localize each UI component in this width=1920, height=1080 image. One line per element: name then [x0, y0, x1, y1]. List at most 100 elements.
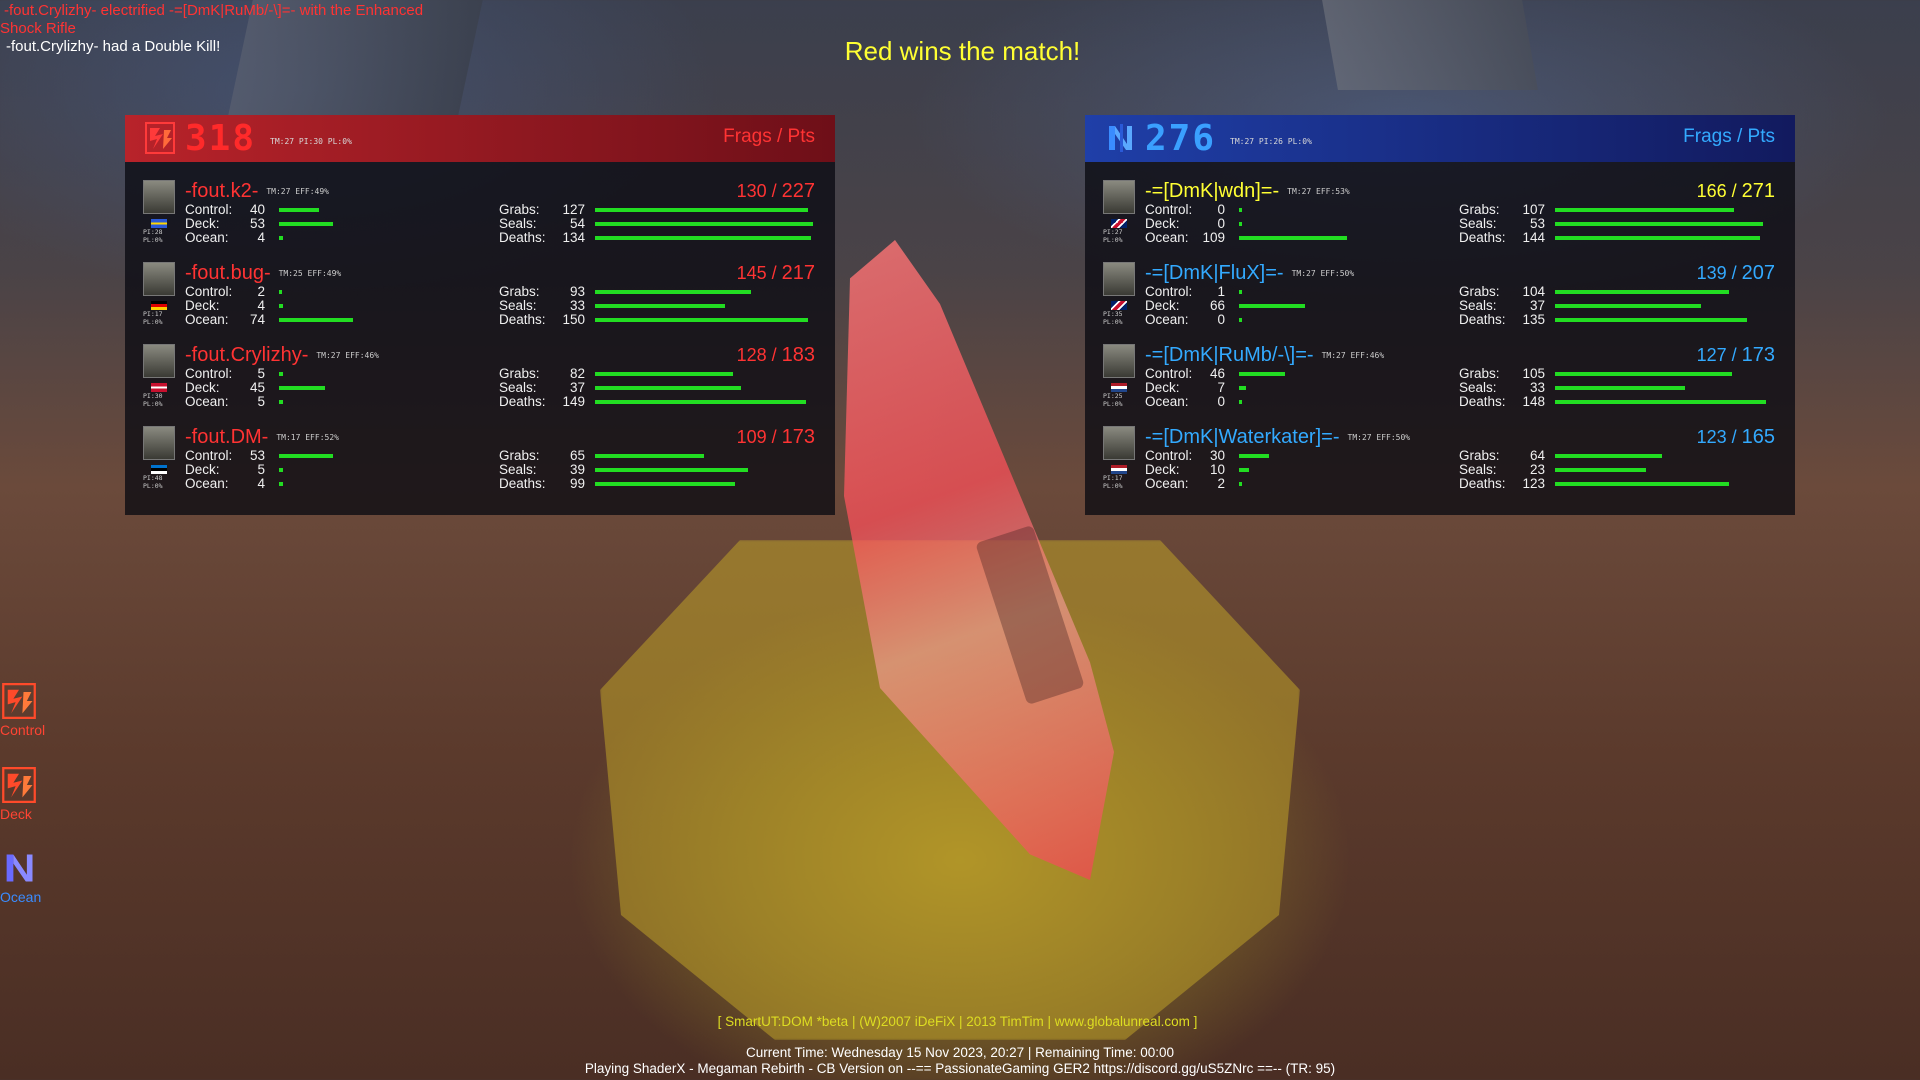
stat-value: 0 — [1217, 202, 1225, 217]
stat-bar — [1555, 454, 1662, 458]
win-message: Red wins the match! — [844, 36, 1081, 66]
stat-label: Deck: — [1145, 462, 1180, 477]
stat-bar — [1555, 372, 1732, 376]
stat-bar — [279, 400, 283, 404]
stat-bar — [1555, 208, 1735, 212]
stat-value: 127 — [562, 202, 585, 217]
stat-value: 33 — [569, 298, 585, 313]
stat-value: 53 — [249, 216, 265, 231]
stat-bar — [1239, 304, 1305, 308]
stat-seals: Seals: 54 — [499, 217, 819, 231]
stat-label: Ocean: — [185, 312, 229, 327]
player-frags-pts: 145 / 217 — [737, 262, 815, 285]
stat-bar — [1555, 482, 1730, 486]
player-name-text: -fout.Crylizhy- — [185, 344, 309, 366]
stat-bar — [1239, 290, 1242, 294]
stat-value: 53 — [1529, 216, 1545, 231]
stat-grabs: Grabs: 105 — [1459, 367, 1779, 381]
stat-bar — [1239, 318, 1242, 322]
stat-value: 107 — [1522, 202, 1545, 217]
stat-ocean: Ocean: 4 — [185, 477, 485, 491]
player-meta: TM:27 EFF:46% — [316, 351, 379, 361]
stat-label: Deaths: — [499, 394, 546, 409]
stat-bar — [595, 482, 736, 486]
player-name: -fout.k2- TM:27 EFF:49% — [185, 180, 329, 203]
stat-label: Ocean: — [1145, 312, 1189, 327]
stat-label: Seals: — [1459, 380, 1497, 395]
country-flag-icon — [151, 383, 167, 392]
player-ping-value: PI:17 — [1103, 474, 1123, 482]
stat-value: 4 — [257, 298, 265, 313]
stat-value: 2 — [1217, 476, 1225, 491]
footer-time: Current Time: Wednesday 15 Nov 2023, 20:… — [746, 1045, 1174, 1060]
red-team-header: 318 TM:27 PI:30 PL:0% Frags / Pts — [125, 115, 835, 162]
country-flag-icon — [1111, 301, 1127, 310]
stat-bar — [1239, 468, 1249, 472]
stat-value: 74 — [249, 312, 265, 327]
stat-ocean: Ocean: 5 — [185, 395, 485, 409]
blue-team-logo-icon — [1109, 124, 1132, 152]
stat-label: Deck: — [1145, 216, 1180, 231]
player-name: -=[DmK|RuMb/-\]=- TM:27 EFF:46% — [1145, 344, 1384, 367]
stat-bar — [1239, 236, 1347, 240]
stat-bar — [279, 454, 333, 458]
player-points: 173 — [1741, 344, 1775, 366]
player-packetloss-value: PL:0% — [143, 482, 163, 490]
stat-value: 5 — [257, 394, 265, 409]
player-meta: TM:27 EFF:53% — [1287, 187, 1350, 197]
player-meta: TM:27 EFF:50% — [1291, 269, 1355, 279]
player-frags: 127 — [1696, 345, 1727, 365]
stat-deck: Deck: 53 — [185, 217, 485, 231]
stat-bar — [279, 222, 333, 226]
player-ping: PI:17 PL:0% — [1103, 474, 1137, 490]
country-flag-icon — [1111, 219, 1127, 228]
stat-control: Control: 1 — [1145, 285, 1445, 299]
player-ping: PI:27 PL:0% — [1103, 228, 1137, 244]
stat-control: Control: 5 — [185, 367, 485, 381]
stat-value: 33 — [1529, 380, 1545, 395]
stat-bar — [1555, 400, 1766, 404]
player-avatar — [1103, 344, 1135, 378]
stat-value: 23 — [1529, 462, 1545, 477]
player-ping-value: PI:30 — [143, 392, 163, 400]
stat-value: 10 — [1209, 462, 1225, 477]
player-name: -=[DmK|Waterkater]=- TM:27 EFF:50% — [1145, 426, 1410, 449]
stat-bar — [279, 386, 325, 390]
player-meta: TM:27 EFF:50% — [1347, 433, 1411, 443]
red-team-logo-icon — [2, 683, 36, 719]
country-flag-icon — [151, 301, 167, 310]
stat-bar — [595, 304, 725, 308]
player-ping: PI:35 PL:0% — [1103, 310, 1137, 326]
stat-deck: Deck: 7 — [1145, 381, 1445, 395]
player-points: 173 — [781, 426, 815, 448]
stat-ocean: Ocean: 0 — [1145, 395, 1445, 409]
stat-label: Control: — [185, 366, 233, 381]
stat-label: Ocean: — [185, 230, 229, 245]
stat-value: 66 — [1209, 298, 1225, 313]
stat-label: Deaths: — [499, 312, 546, 327]
blue-team-header: 276 TM:27 PI:26 PL:0% Frags / Pts — [1085, 115, 1795, 162]
stat-value: 37 — [569, 380, 585, 395]
red-team-stats: TM:27 PI:30 PL:0% — [270, 137, 352, 146]
stat-label: Deaths: — [1459, 230, 1506, 245]
player-row: PI:25 PL:0% -=[DmK|RuMb/-\]=- TM:27 EFF:46%… — [1085, 326, 1795, 409]
player-ping: PI:48 PL:0% — [143, 474, 177, 490]
player-points: 271 — [1741, 180, 1775, 202]
player-avatar — [1103, 426, 1135, 460]
stat-label: Grabs: — [499, 284, 540, 299]
scoreboard-red: 318 TM:27 PI:30 PL:0% Frags / Pts PI:28 P… — [125, 115, 835, 515]
player-ping: PI:25 PL:0% — [1103, 392, 1137, 408]
separator: / — [766, 345, 782, 365]
stat-value: 4 — [257, 476, 265, 491]
stat-bar — [595, 208, 809, 212]
player-frags: 128 — [736, 345, 767, 365]
player-name: -=[DmK|FluX]=- TM:27 EFF:50% — [1145, 262, 1354, 285]
player-frags-pts: 123 / 165 — [1697, 426, 1775, 449]
player-ping-value: PI:17 — [143, 310, 163, 318]
stat-bar — [1555, 222, 1763, 226]
stat-bar — [595, 400, 806, 404]
stat-label: Ocean: — [1145, 394, 1189, 409]
stat-seals: Seals: 33 — [499, 299, 819, 313]
stat-label: Ocean: — [185, 476, 229, 491]
stat-bar — [595, 386, 741, 390]
